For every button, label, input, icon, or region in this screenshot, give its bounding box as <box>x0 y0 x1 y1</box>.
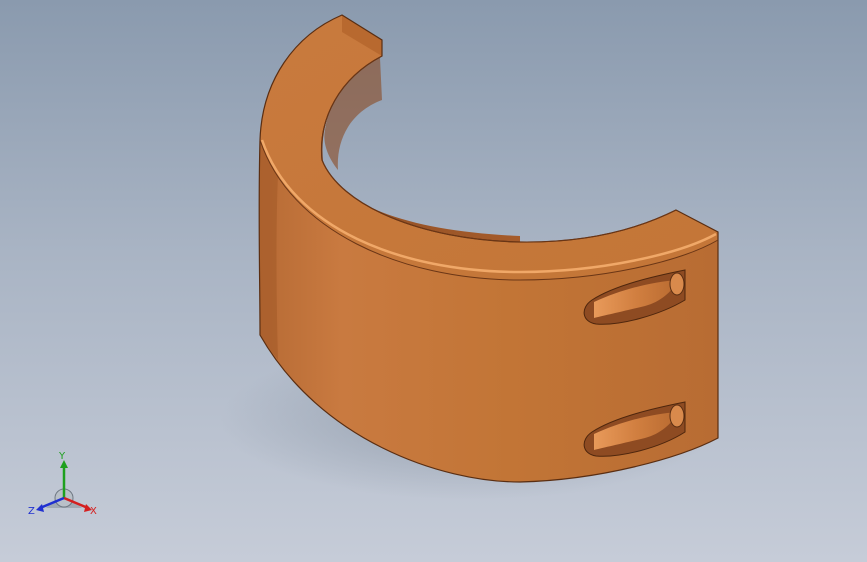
reference-triad: Y X Z <box>28 451 97 517</box>
triad-y-label: Y <box>58 451 66 462</box>
graphics-viewport[interactable]: Y X Z <box>0 0 867 562</box>
triad-z-arrow-icon <box>36 504 44 512</box>
model-view[interactable] <box>0 0 867 562</box>
triad-x-label: X <box>90 506 97 517</box>
triad-z-label: Z <box>28 506 35 517</box>
